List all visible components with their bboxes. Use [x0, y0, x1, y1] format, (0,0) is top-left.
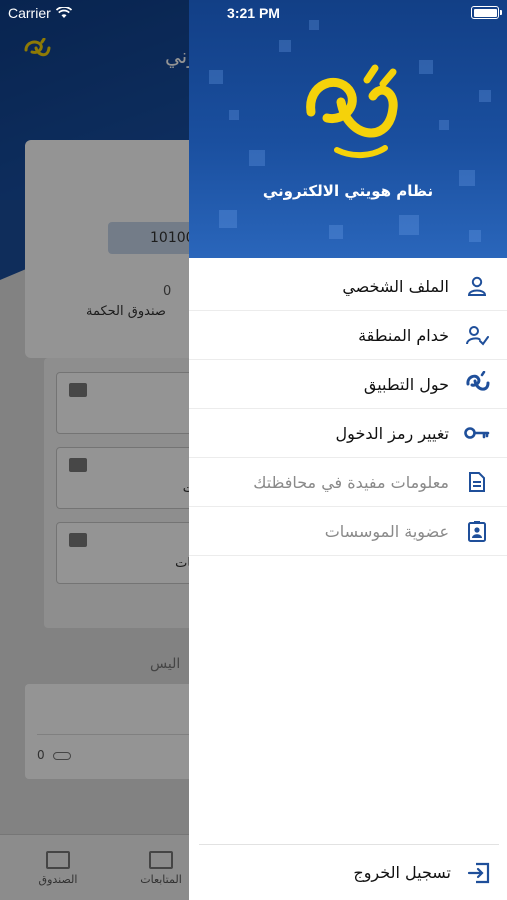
app-logo-icon: [463, 370, 491, 398]
app-logo-icon: [306, 64, 398, 158]
clock: 3:21 PM: [227, 5, 280, 21]
drawer-menu: الملف الشخصي خدام المنطقة حول التطبيق تغ…: [189, 262, 507, 556]
battery-icon: [471, 6, 502, 19]
menu-item-label: خدام المنطقة: [358, 325, 449, 345]
id-badge-icon: [463, 517, 491, 545]
menu-item-change-passcode[interactable]: تغيير رمز الدخول: [189, 409, 507, 458]
key-icon: [463, 419, 491, 447]
menu-item-membership[interactable]: عضوية الموسسات: [189, 507, 507, 556]
document-icon: [463, 468, 491, 496]
logout-button[interactable]: تسجيل الخروج: [199, 844, 499, 900]
drawer-header: نظام هويتي الالكتروني: [189, 0, 507, 258]
menu-item-label: معلومات مفيدة في محافظتك: [253, 472, 449, 492]
menu-item-profile[interactable]: الملف الشخصي: [189, 262, 507, 311]
menu-item-label: تغيير رمز الدخول: [335, 423, 449, 443]
side-drawer: نظام هويتي الالكتروني الملف الشخصي خدام …: [189, 0, 507, 900]
drawer-caption: نظام هويتي الالكتروني: [262, 182, 434, 200]
menu-item-label: حول التطبيق: [363, 374, 449, 394]
menu-item-useful-info[interactable]: معلومات مفيدة في محافظتك: [189, 458, 507, 507]
logout-label: تسجيل الخروج: [353, 863, 451, 882]
menu-item-label: عضوية الموسسات: [324, 521, 449, 541]
user-check-icon: [463, 321, 491, 349]
menu-item-label: الملف الشخصي: [342, 276, 449, 296]
status-bar: Carrier 3:21 PM: [0, 0, 507, 26]
logout-icon: [465, 859, 493, 887]
user-icon: [463, 272, 491, 300]
menu-item-about[interactable]: حول التطبيق: [189, 360, 507, 409]
menu-item-area-servants[interactable]: خدام المنطقة: [189, 311, 507, 360]
